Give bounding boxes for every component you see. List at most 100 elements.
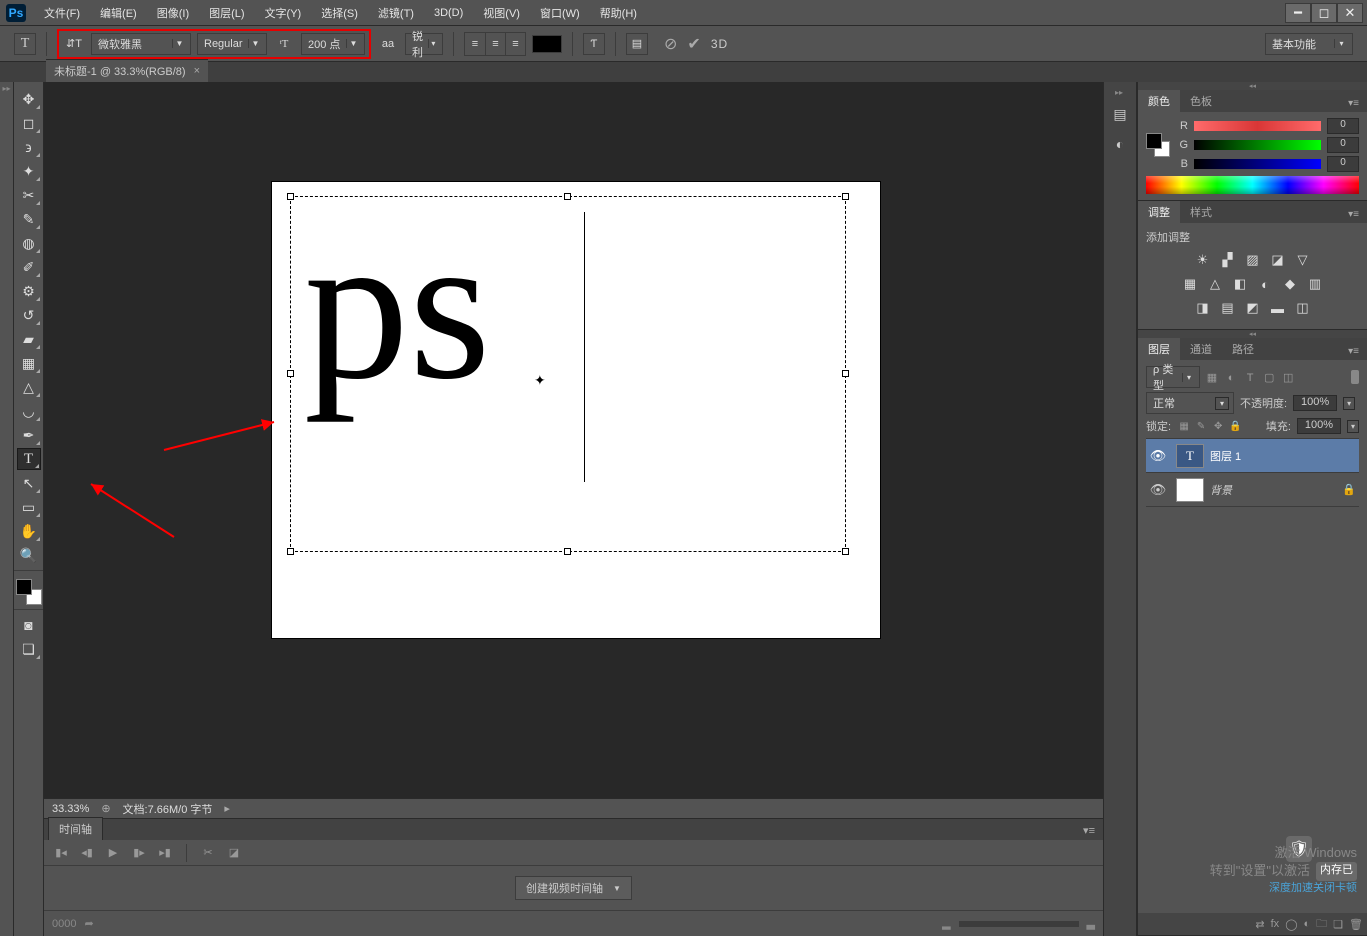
type-tool-icon[interactable]: T [17,448,41,470]
layer-group-icon[interactable]: 🗀 [1316,915,1327,934]
layer-text-layer[interactable]: 👁 T 图层 1 [1146,439,1359,473]
exposure-icon[interactable]: ◪ [1269,251,1287,269]
current-tool-icon[interactable]: T [14,33,36,55]
menu-layer[interactable]: 图层(L) [199,1,254,25]
b-value[interactable]: 0 [1327,156,1359,172]
commit-icon[interactable]: ✔ [687,34,700,54]
filter-toggle-icon[interactable] [1351,370,1359,384]
menu-type[interactable]: 文字(Y) [255,1,312,25]
fgbg-swatch[interactable] [1146,133,1170,157]
layer-filter-kind[interactable]: ρ 类型▾ [1146,366,1200,388]
selective-color-icon[interactable]: ◫ [1294,299,1312,317]
layers-menu-icon[interactable]: ▾≡ [1340,343,1367,360]
visibility-icon[interactable]: 👁 [1146,482,1170,498]
warp-text-icon[interactable]: Ƭ [583,33,605,55]
quick-select-tool-icon[interactable]: ✦ [17,160,41,182]
character-panel-icon[interactable]: ▤ [626,33,648,55]
toolbox-collapse-handle[interactable]: ▸▸ [0,82,14,936]
screen-mode-icon[interactable]: ❏ [17,638,41,660]
filter-shape-icon[interactable]: ▢ [1261,371,1277,384]
layer-fx-icon[interactable]: fx [1271,918,1280,930]
goto-first-icon[interactable]: ▮◂ [52,844,70,862]
gradient-tool-icon[interactable]: ▦ [17,352,41,374]
healing-tool-icon[interactable]: ◍ [17,232,41,254]
marquee-tool-icon[interactable]: ◻ [17,112,41,134]
handle-se[interactable] [842,548,849,555]
filter-smart-icon[interactable]: ◫ [1280,371,1296,384]
channels-tab[interactable]: 通道 [1180,338,1222,360]
handle-e[interactable] [842,370,849,377]
lasso-tool-icon[interactable]: ϶ [17,136,41,158]
handle-s[interactable] [564,548,571,555]
cut-icon[interactable]: ✂ [199,844,217,862]
maximize-button[interactable]: ◻ [1311,3,1337,23]
minimize-button[interactable]: ━ [1285,3,1311,23]
styles-tab[interactable]: 样式 [1180,201,1222,223]
delete-layer-icon[interactable]: 🗑 [1349,918,1363,931]
properties-panel-icon[interactable]: ◐ [1107,131,1133,157]
menu-filter[interactable]: 滤镜(T) [368,1,424,25]
handle-w[interactable] [287,370,294,377]
filter-type-icon[interactable]: T [1242,372,1258,384]
panel-collapse-handle[interactable]: ◂◂ [1138,330,1367,338]
lock-pixels-icon[interactable]: ▦ [1177,421,1191,432]
photo-filter-icon[interactable]: ◐ [1256,275,1274,293]
next-frame-icon[interactable]: ▮▸ [130,844,148,862]
gradient-map-icon[interactable]: ▬ [1269,299,1287,317]
eyedropper-tool-icon[interactable]: ✎ [17,208,41,230]
convert-frames-icon[interactable]: ➦ [84,917,93,930]
adjustment-layer-icon[interactable]: ◐ [1304,918,1311,930]
layer-name[interactable]: 背景 [1210,482,1339,498]
canvas-viewport[interactable]: ps ✦ [44,82,1103,798]
vibrance-icon[interactable]: ▽ [1294,251,1312,269]
lookup-icon[interactable]: ▥ [1306,275,1324,293]
close-button[interactable]: ✕ [1337,3,1363,23]
handle-n[interactable] [564,193,571,200]
quick-mask-icon[interactable]: ◙ [17,614,41,636]
hand-tool-icon[interactable]: ✋ [17,520,41,542]
dock-collapse-icon[interactable]: ▸▸ [1115,88,1125,97]
document-info[interactable]: 文档:7.66M/0 字节 [123,801,213,817]
adjustments-menu-icon[interactable]: ▾≡ [1340,206,1367,223]
timeline-menu-icon[interactable]: ▾≡ [1075,821,1103,840]
bw-icon[interactable]: ◧ [1231,275,1249,293]
hue-icon[interactable]: ▦ [1181,275,1199,293]
move-tool-icon[interactable]: ✥ [17,88,41,110]
cancel-icon[interactable]: ⊘ [664,34,677,54]
visibility-icon[interactable]: 👁 [1146,448,1170,464]
filter-pixel-icon[interactable]: ▦ [1204,371,1220,384]
stamp-tool-icon[interactable]: ⚙ [17,280,41,302]
document-tab[interactable]: 未标题-1 @ 33.3%(RGB/8) × [46,59,208,82]
fill-caret[interactable]: ▾ [1347,420,1359,433]
foreground-background-colors[interactable] [16,579,42,605]
paths-tab[interactable]: 路径 [1222,338,1264,360]
brightness-icon[interactable]: ☀ [1194,251,1212,269]
fill-value[interactable]: 100% [1297,418,1341,434]
color-panel-menu-icon[interactable]: ▾≡ [1340,95,1367,112]
lock-image-icon[interactable]: ✥ [1211,421,1225,432]
link-layers-icon[interactable]: ⇄ [1255,918,1264,931]
path-select-tool-icon[interactable]: ↖ [17,472,41,494]
create-video-timeline-button[interactable]: 创建视频时间轴▼ [515,876,632,900]
zoom-out-icon[interactable]: ▂ [942,917,950,930]
posterize-icon[interactable]: ▤ [1219,299,1237,317]
layer-mask-icon[interactable]: ◯ [1285,918,1297,931]
menu-select[interactable]: 选择(S) [311,1,368,25]
swatches-tab[interactable]: 色板 [1180,90,1222,112]
shape-tool-icon[interactable]: ▭ [17,496,41,518]
prev-frame-icon[interactable]: ◂▮ [78,844,96,862]
align-center-icon[interactable]: ≡ [485,33,505,55]
eraser-tool-icon[interactable]: ▰ [17,328,41,350]
layers-tab[interactable]: 图层 [1138,338,1180,360]
r-slider[interactable] [1194,121,1321,131]
curves-icon[interactable]: ▨ [1244,251,1262,269]
channel-mixer-icon[interactable]: ◆ [1281,275,1299,293]
zoom-level[interactable]: 33.33% [52,803,89,815]
goto-last-icon[interactable]: ▸▮ [156,844,174,862]
font-style-dropdown[interactable]: Regular▼ [197,33,267,55]
menu-window[interactable]: 窗口(W) [530,1,590,25]
handle-ne[interactable] [842,193,849,200]
3d-icon[interactable]: 3D [711,37,728,51]
opacity-caret[interactable]: ▾ [1343,397,1355,410]
timeline-tab[interactable]: 时间轴 [48,817,103,840]
